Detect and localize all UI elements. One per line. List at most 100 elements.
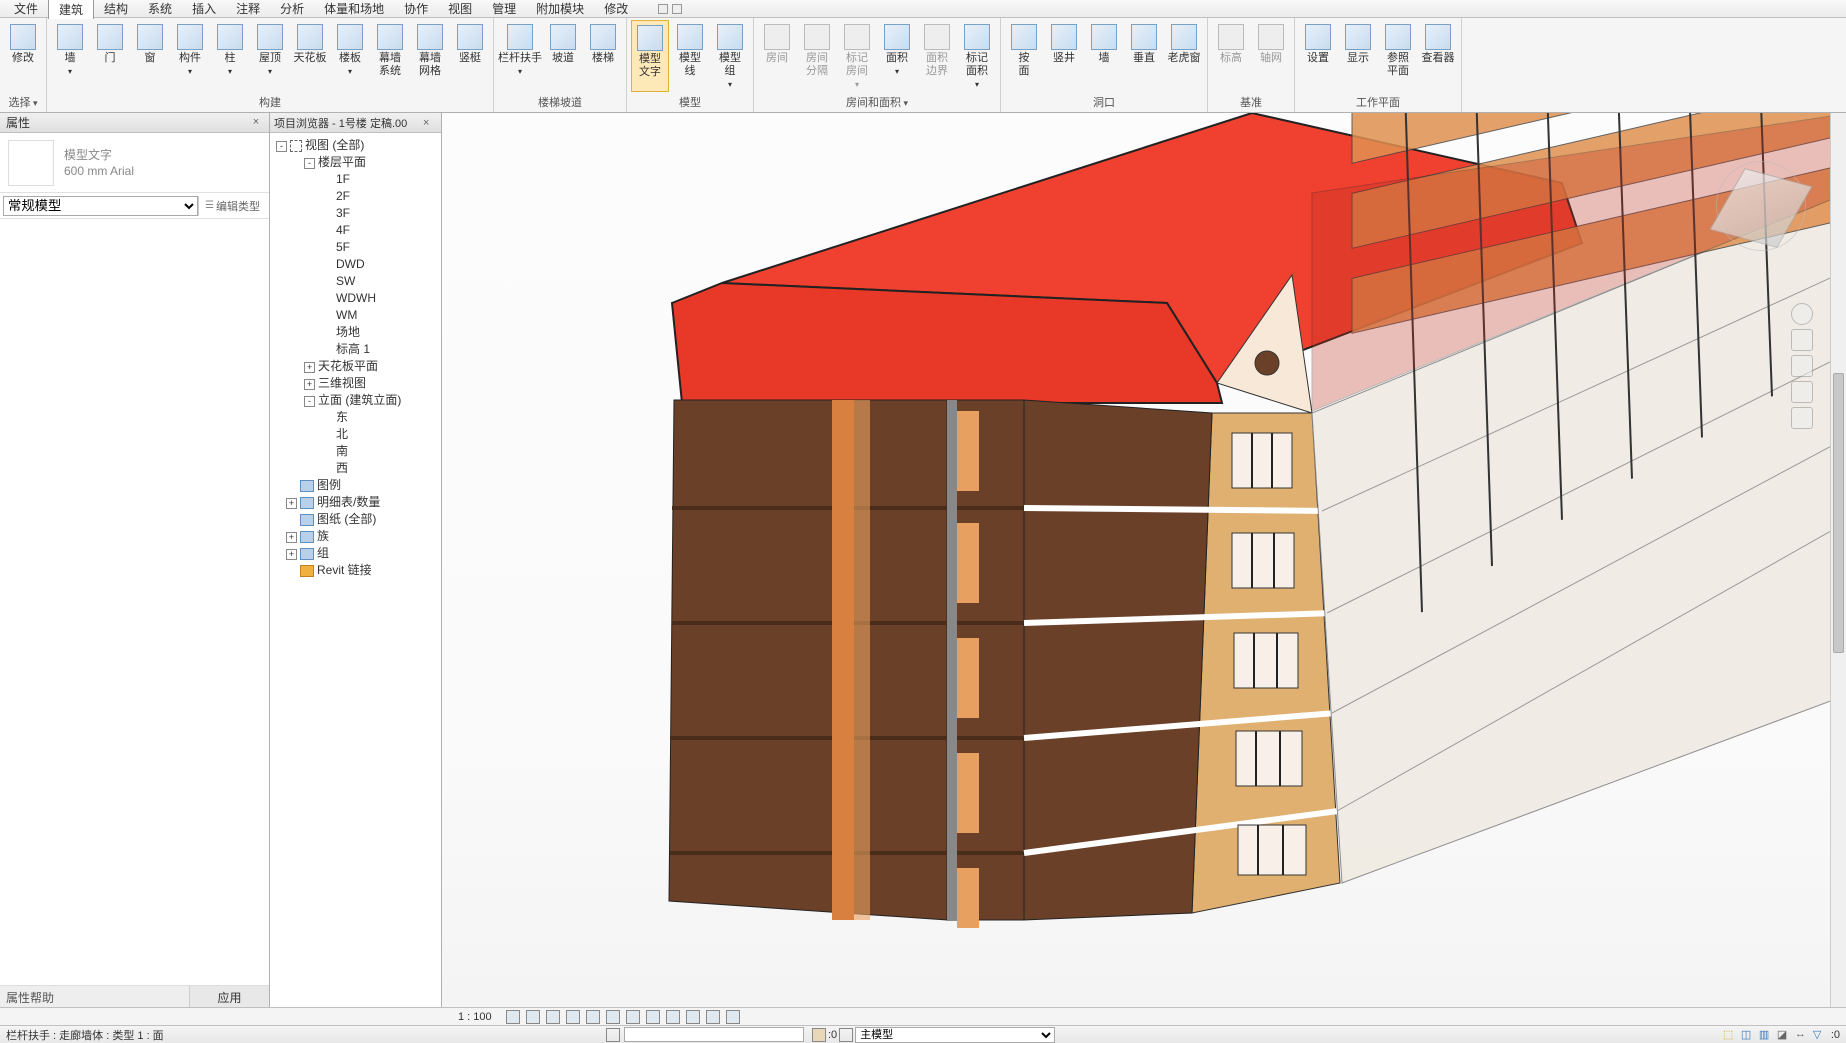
ribbon-btn-天花板[interactable]: 天花板 — [291, 20, 329, 92]
tree-item-南[interactable]: 南 — [272, 443, 439, 460]
menu-tab-系统[interactable]: 系统 — [138, 0, 182, 19]
menu-tab-结构[interactable]: 结构 — [94, 0, 138, 19]
roof-vent[interactable] — [1255, 351, 1279, 375]
menu-tab-文件[interactable]: 文件 — [4, 0, 48, 19]
ribbon-btn-房间[interactable]: 房间 — [758, 20, 796, 92]
close-icon[interactable]: × — [423, 117, 437, 129]
select-underlay-icon[interactable]: ◫ — [1741, 1028, 1755, 1042]
toggle-icon[interactable]: - — [276, 141, 287, 152]
ribbon-btn-标记面积[interactable]: 标记 面积▾ — [958, 20, 996, 92]
toggle-icon[interactable]: - — [304, 158, 315, 169]
tree-item-2F[interactable]: 2F — [272, 188, 439, 205]
navigation-bar[interactable] — [1786, 303, 1818, 503]
editable-only-icon[interactable] — [839, 1028, 853, 1042]
ribbon-btn-窗[interactable]: 窗 — [131, 20, 169, 92]
toggle-icon[interactable]: + — [304, 379, 315, 390]
ribbon-btn-构件[interactable]: 构件▾ — [171, 20, 209, 92]
detail-level-icon[interactable] — [506, 1010, 520, 1024]
ribbon-btn-楼板[interactable]: 楼板▾ — [331, 20, 369, 92]
tree-item-组[interactable]: +组 — [272, 545, 439, 562]
ribbon-btn-模型文字[interactable]: 模型 文字 — [631, 20, 669, 92]
tree-item-族[interactable]: +族 — [272, 528, 439, 545]
roof-overhang[interactable] — [672, 283, 1222, 403]
ribbon-btn-老虎窗[interactable]: 老虎窗 — [1165, 20, 1203, 92]
tree-item-图纸 (全部)[interactable]: 图纸 (全部) — [272, 511, 439, 528]
ribbon-btn-竖梃[interactable]: 竖梃 — [451, 20, 489, 92]
sun-path-icon[interactable] — [546, 1010, 560, 1024]
main-model-select[interactable]: 主模型 — [855, 1027, 1055, 1043]
tree-item-北[interactable]: 北 — [272, 426, 439, 443]
tree-item-3F[interactable]: 3F — [272, 205, 439, 222]
ribbon-btn-幕墙系统[interactable]: 幕墙 系统 — [371, 20, 409, 92]
menu-tab-分析[interactable]: 分析 — [270, 0, 314, 19]
menu-tab-插入[interactable]: 插入 — [182, 0, 226, 19]
ribbon-btn-按面[interactable]: 按 面 — [1005, 20, 1043, 92]
tree-item-图例[interactable]: 图例 — [272, 477, 439, 494]
temp-hide-icon[interactable] — [666, 1010, 680, 1024]
close-icon[interactable]: × — [249, 116, 263, 130]
ribbon-btn-楼梯[interactable]: 楼梯 — [584, 20, 622, 92]
select-face-icon[interactable]: ◪ — [1777, 1028, 1791, 1042]
properties-title-bar[interactable]: 属性 × — [0, 113, 269, 133]
design-options-icon[interactable] — [812, 1028, 826, 1042]
zoom-icon[interactable] — [1791, 381, 1813, 403]
ribbon-btn-墙[interactable]: 墙▾ — [51, 20, 89, 92]
ribbon-btn-显示[interactable]: 显示 — [1339, 20, 1377, 92]
select-pinned-icon[interactable]: ▥ — [1759, 1028, 1773, 1042]
browser-title-bar[interactable]: 项目浏览器 - 1号楼 定稿.00 × — [270, 113, 441, 133]
scrollbar-thumb[interactable] — [1833, 373, 1844, 653]
menu-tab-管理[interactable]: 管理 — [482, 0, 526, 19]
filter-icon[interactable]: ▽ — [1813, 1028, 1827, 1042]
tree-item-东[interactable]: 东 — [272, 409, 439, 426]
tree-item-三维视图[interactable]: +三维视图 — [272, 375, 439, 392]
toggle-icon[interactable]: - — [304, 396, 315, 407]
tree-item-5F[interactable]: 5F — [272, 239, 439, 256]
edit-type-button[interactable]: 编辑类型 — [198, 196, 266, 216]
ribbon-btn-标高[interactable]: 标高 — [1212, 20, 1250, 92]
tree-item-立面 (建筑立面)[interactable]: -立面 (建筑立面) — [272, 392, 439, 409]
ribbon-btn-查看器[interactable]: 查看器 — [1419, 20, 1457, 92]
menu-tab-体量和场地[interactable]: 体量和场地 — [314, 0, 394, 19]
tree-item-4F[interactable]: 4F — [272, 222, 439, 239]
building-model[interactable] — [552, 113, 1652, 913]
wall-left[interactable] — [669, 400, 947, 920]
menu-tab-附加模块[interactable]: 附加模块 — [526, 0, 594, 19]
ribbon-btn-栏杆扶手[interactable]: 栏杆扶手▾ — [498, 20, 542, 92]
toggle-icon[interactable]: + — [286, 549, 297, 560]
ribbon-btn-参照平面[interactable]: 参照 平面 — [1379, 20, 1417, 92]
scrollbar-vertical[interactable] — [1830, 113, 1846, 1007]
home-icon[interactable] — [1791, 303, 1813, 325]
ribbon-btn-修改[interactable]: 修改 — [4, 20, 42, 92]
tree-item-WM[interactable]: WM — [272, 307, 439, 324]
tree-item-标高 1[interactable]: 标高 1 — [272, 341, 439, 358]
tree-item-SW[interactable]: SW — [272, 273, 439, 290]
ribbon-btn-幕墙网格[interactable]: 幕墙 网格 — [411, 20, 449, 92]
worksets-icon[interactable] — [606, 1028, 620, 1042]
ribbon-btn-坡道[interactable]: 坡道 — [544, 20, 582, 92]
toggle-icon[interactable]: + — [304, 362, 315, 373]
toggle-icon[interactable]: + — [286, 532, 297, 543]
drag-icon[interactable]: ↔ — [1795, 1028, 1809, 1042]
qat-dropdown-icon[interactable] — [658, 4, 668, 14]
apply-button[interactable]: 应用 — [189, 986, 269, 1007]
steering-wheel-icon[interactable] — [1791, 329, 1813, 351]
ribbon-btn-模型线[interactable]: 模型 线 — [671, 20, 709, 92]
ribbon-btn-柱[interactable]: 柱▾ — [211, 20, 249, 92]
ribbon-btn-面积[interactable]: 面积▾ — [878, 20, 916, 92]
ribbon-btn-竖井[interactable]: 竖井 — [1045, 20, 1083, 92]
tree-item-DWD[interactable]: DWD — [272, 256, 439, 273]
lock-3d-icon[interactable] — [646, 1010, 660, 1024]
tree-item-明细表/数量[interactable]: +明细表/数量 — [272, 494, 439, 511]
pan-icon[interactable] — [1791, 355, 1813, 377]
menu-tab-视图[interactable]: 视图 — [438, 0, 482, 19]
ribbon-btn-标记房间[interactable]: 标记 房间▾ — [838, 20, 876, 92]
ribbon-btn-模型组[interactable]: 模型 组▾ — [711, 20, 749, 92]
viewport-3d[interactable] — [442, 113, 1846, 1007]
ribbon-btn-轴网[interactable]: 轴网 — [1252, 20, 1290, 92]
analytical-icon[interactable] — [706, 1010, 720, 1024]
toggle-icon[interactable]: + — [286, 498, 297, 509]
ribbon-btn-门[interactable]: 门 — [91, 20, 129, 92]
crop-icon[interactable] — [606, 1010, 620, 1024]
crop-region-icon[interactable] — [626, 1010, 640, 1024]
menu-tab-修改[interactable]: 修改 — [594, 0, 638, 19]
